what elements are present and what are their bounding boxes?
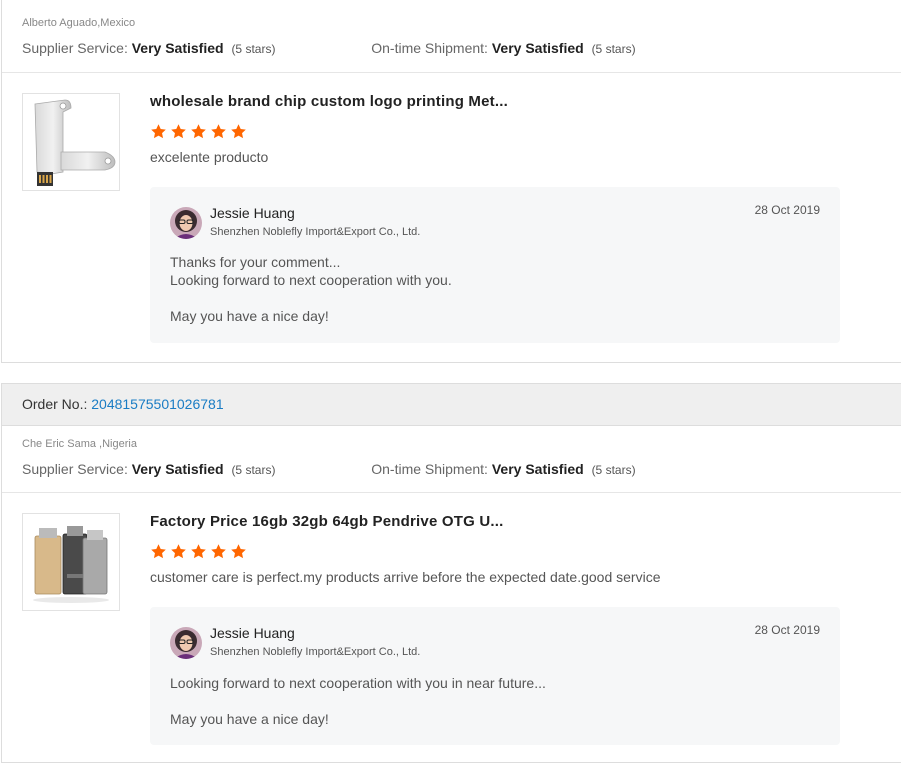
reply-line: Looking forward to next cooperation with… bbox=[170, 675, 546, 691]
buyer-comment: excelente producto bbox=[150, 149, 269, 165]
shipment-value: Very Satisfied bbox=[491, 461, 584, 477]
seller-ratings: Supplier Service: Very Satisfied (5 star… bbox=[22, 461, 636, 477]
review-card: Alberto Aguado,Mexico Supplier Service: … bbox=[1, 0, 901, 363]
product-title-link[interactable]: Factory Price 16gb 32gb 64gb Pendrive OT… bbox=[150, 513, 503, 530]
star-icon bbox=[151, 124, 166, 139]
shipment-label: On-time Shipment: bbox=[371, 40, 488, 56]
supplier-service-label: Supplier Service: bbox=[22, 40, 128, 56]
avatar bbox=[170, 207, 202, 239]
replier-company: Shenzhen Noblefly Import&Export Co., Ltd… bbox=[210, 646, 421, 658]
replier-name: Jessie Huang bbox=[210, 625, 295, 641]
buyer-name: Alberto Aguado,Mexico bbox=[22, 17, 136, 29]
order-bar: Order No.: 20481575501026781 bbox=[2, 384, 901, 426]
buyer-comment: customer care is perfect.my products arr… bbox=[150, 569, 661, 585]
product-thumbnail[interactable] bbox=[22, 513, 120, 611]
shipment-stars: (5 stars) bbox=[591, 463, 636, 477]
reply-line: Looking forward to next cooperation with… bbox=[170, 272, 452, 288]
star-icon bbox=[171, 124, 186, 139]
star-icon bbox=[191, 544, 206, 559]
seller-reply: Jessie Huang Shenzhen Noblefly Import&Ex… bbox=[150, 187, 840, 343]
reply-line: Thanks for your comment... bbox=[170, 254, 341, 270]
rating-stars bbox=[150, 543, 247, 561]
product-title-link[interactable]: wholesale brand chip custom logo printin… bbox=[150, 93, 508, 110]
otg-usb-drives-icon bbox=[33, 526, 109, 603]
supplier-service-value: Very Satisfied bbox=[131, 40, 224, 56]
supplier-service-value: Very Satisfied bbox=[131, 461, 224, 477]
divider bbox=[2, 72, 901, 73]
replier-name: Jessie Huang bbox=[210, 205, 295, 221]
shipment-value: Very Satisfied bbox=[491, 40, 584, 56]
divider bbox=[2, 492, 901, 493]
supplier-service-label: Supplier Service: bbox=[22, 461, 128, 477]
supplier-service-stars: (5 stars) bbox=[231, 42, 276, 56]
review-card: Order No.: 20481575501026781 Che Eric Sa… bbox=[1, 383, 901, 763]
reply-line: May you have a nice day! bbox=[170, 711, 329, 727]
shipment-label: On-time Shipment: bbox=[371, 461, 488, 477]
seller-reply: Jessie Huang Shenzhen Noblefly Import&Ex… bbox=[150, 607, 840, 745]
star-icon bbox=[211, 124, 226, 139]
order-number-link[interactable]: 20481575501026781 bbox=[91, 396, 223, 412]
star-icon bbox=[231, 544, 246, 559]
rating-stars bbox=[150, 123, 247, 141]
key-shaped-usb-icon bbox=[34, 99, 116, 186]
reply-line: May you have a nice day! bbox=[170, 308, 329, 324]
reply-date: 28 Oct 2019 bbox=[754, 203, 820, 217]
seller-ratings: Supplier Service: Very Satisfied (5 star… bbox=[22, 40, 636, 56]
replier-company: Shenzhen Noblefly Import&Export Co., Ltd… bbox=[210, 226, 421, 238]
product-thumbnail[interactable] bbox=[22, 93, 120, 191]
reply-date: 28 Oct 2019 bbox=[754, 623, 820, 637]
star-icon bbox=[191, 124, 206, 139]
star-icon bbox=[231, 124, 246, 139]
star-icon bbox=[151, 544, 166, 559]
supplier-service-stars: (5 stars) bbox=[231, 463, 276, 477]
shipment-stars: (5 stars) bbox=[591, 42, 636, 56]
avatar bbox=[170, 627, 202, 659]
order-label: Order No.: bbox=[22, 396, 88, 412]
star-icon bbox=[211, 544, 226, 559]
star-icon bbox=[171, 544, 186, 559]
buyer-name: Che Eric Sama ,Nigeria bbox=[22, 438, 137, 450]
